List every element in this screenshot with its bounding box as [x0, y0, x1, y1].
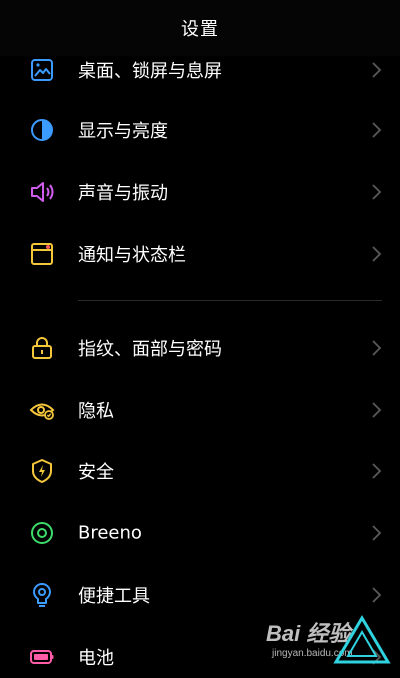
- settings-item-label: 便捷工具: [78, 586, 150, 607]
- privacy-eye-icon: [29, 397, 55, 423]
- page-title: 设置: [181, 19, 219, 40]
- brightness-icon: [29, 117, 55, 143]
- settings-item-sound-vibration[interactable]: 声音与振动: [0, 162, 400, 222]
- breeno-icon: [29, 520, 55, 546]
- settings-item-label: 通知与状态栏: [78, 245, 186, 266]
- settings-item-label: 指纹、面部与密码: [78, 339, 222, 360]
- settings-item-notifications-status-bar[interactable]: 通知与状态栏: [0, 224, 400, 284]
- settings-item-label: 桌面、锁屏与息屏: [78, 61, 222, 82]
- chevron-right-icon: [371, 61, 383, 79]
- chevron-right-icon: [371, 586, 383, 604]
- convenience-tools-icon: [29, 582, 55, 608]
- notification-icon: [29, 241, 55, 267]
- wallpaper-icon: [29, 57, 55, 83]
- battery-icon: [29, 644, 55, 670]
- chevron-right-icon: [371, 462, 383, 480]
- baidu-jingyan-watermark: Bai 经验 jingyan.baidu.com: [266, 612, 394, 672]
- settings-item-fingerprint-face-password[interactable]: 指纹、面部与密码: [0, 318, 400, 378]
- speaker-icon: [29, 179, 55, 205]
- settings-item-label: 电池: [78, 648, 114, 669]
- title-bar: 设置: [0, 0, 400, 56]
- settings-item-label: 隐私: [78, 401, 114, 422]
- chevron-right-icon: [371, 121, 383, 139]
- lock-icon: [29, 335, 55, 361]
- settings-item-label: 安全: [78, 462, 114, 483]
- chevron-right-icon: [371, 245, 383, 263]
- settings-item-breeno[interactable]: Breeno: [0, 503, 400, 563]
- chevron-right-icon: [371, 524, 383, 542]
- chevron-right-icon: [371, 183, 383, 201]
- settings-item-security[interactable]: 安全: [0, 441, 400, 501]
- chevron-right-icon: [371, 401, 383, 419]
- settings-item-privacy[interactable]: 隐私: [0, 380, 400, 440]
- settings-screen: 设置 桌面、锁屏与息屏 显示与亮度 声音与振动 通知与状态栏 指纹、面部与密码 …: [0, 0, 400, 678]
- settings-item-label: Breeno: [78, 522, 142, 544]
- security-shield-icon: [29, 458, 55, 484]
- settings-item-display-brightness[interactable]: 显示与亮度: [0, 100, 400, 160]
- settings-item-label: 显示与亮度: [78, 121, 168, 142]
- watermark-triangle-icon: [333, 615, 391, 664]
- settings-item-label: 声音与振动: [78, 183, 168, 204]
- chevron-right-icon: [371, 339, 383, 357]
- section-divider: [78, 300, 382, 301]
